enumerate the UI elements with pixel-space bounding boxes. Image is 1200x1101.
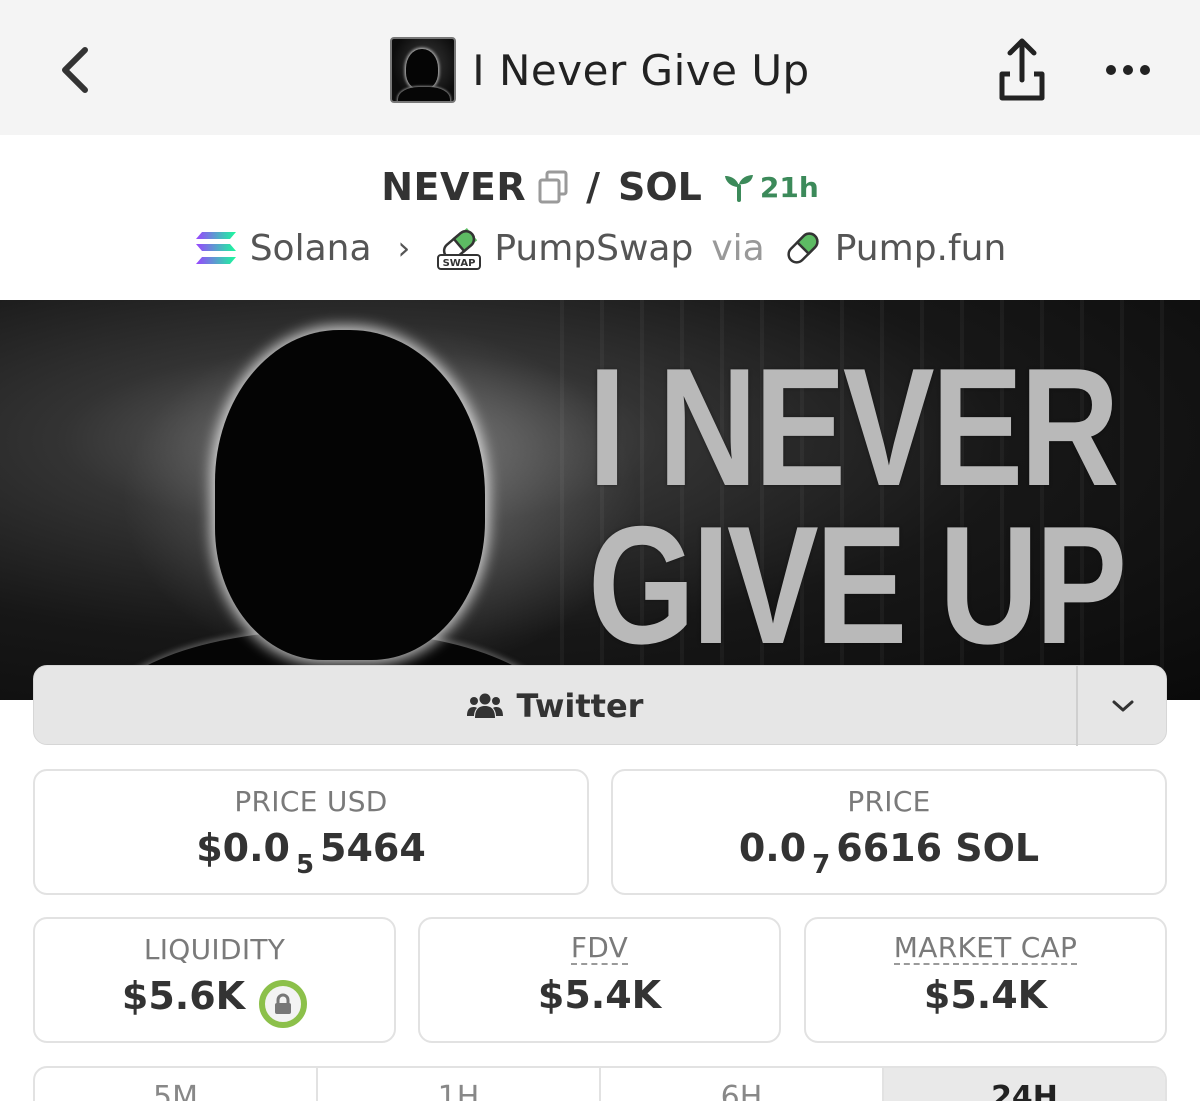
top-navigation-bar: I Never Give Up bbox=[0, 0, 1200, 135]
pair-separator: / bbox=[586, 165, 600, 209]
market-cap-label[interactable]: MARKET CAP bbox=[893, 933, 1078, 965]
price-native-zero-count: 7 bbox=[812, 850, 831, 880]
share-icon bbox=[999, 38, 1045, 101]
twitter-button[interactable]: Twitter bbox=[34, 666, 1076, 746]
launchpad-link-pumpfun[interactable]: Pump.fun bbox=[835, 228, 1007, 269]
price-usd-prefix: $0.0 bbox=[196, 826, 290, 870]
pumpfun-pill-icon bbox=[787, 232, 819, 264]
chain-breadcrumb: Solana › SWAP PumpSwap via Pump.fun bbox=[0, 222, 1200, 274]
token-banner-image: I NEVER GIVE UP bbox=[0, 300, 1200, 700]
tab-5m[interactable]: 5M bbox=[35, 1068, 318, 1101]
liquidity-label: LIQUIDITY bbox=[143, 933, 286, 966]
more-options-button[interactable] bbox=[1098, 50, 1158, 90]
timeframe-tabs: 5M 1H 6H 24H bbox=[33, 1066, 1167, 1101]
price-usd-card: PRICE USD $0.0 5 5464 bbox=[33, 769, 589, 895]
fdv-card: FDV $5.4K bbox=[418, 917, 781, 1043]
banner-line-2: GIVE UP bbox=[588, 491, 1127, 679]
quote-token-symbol: SOL bbox=[617, 165, 702, 209]
pair-age: 21h bbox=[722, 171, 819, 204]
pair-title: NEVER / SOL 21h bbox=[0, 160, 1200, 214]
more-dot-icon bbox=[1123, 65, 1133, 75]
price-usd-value: $0.0 5 5464 bbox=[196, 826, 426, 880]
liquidity-card: LIQUIDITY $5.6K bbox=[33, 917, 396, 1043]
liquidity-lock-badge[interactable] bbox=[259, 980, 308, 1028]
liquidity-value: $5.6K bbox=[121, 974, 246, 1018]
page-title: I Never Give Up bbox=[472, 45, 810, 95]
base-token-symbol: NEVER bbox=[381, 165, 527, 209]
tab-6h[interactable]: 6H bbox=[601, 1068, 884, 1101]
share-button[interactable] bbox=[990, 34, 1054, 106]
pumpswap-icon: SWAP bbox=[437, 227, 482, 270]
market-cap-card: MARKET CAP $5.4K bbox=[804, 917, 1167, 1043]
price-native-card: PRICE 0.0 7 6616 SOL bbox=[611, 769, 1167, 895]
tab-24h[interactable]: 24H bbox=[884, 1068, 1165, 1101]
liquidity-value-row: $5.6K bbox=[121, 974, 308, 1028]
dex-link-pumpswap[interactable]: PumpSwap bbox=[494, 228, 693, 269]
price-native-prefix: 0.0 bbox=[738, 826, 807, 870]
market-cap-value: $5.4K bbox=[923, 973, 1048, 1017]
price-usd-label: PRICE USD bbox=[234, 785, 388, 818]
users-icon bbox=[466, 693, 503, 718]
via-label: via bbox=[711, 227, 765, 269]
copy-address-button[interactable] bbox=[538, 170, 568, 204]
more-dot-icon bbox=[1106, 65, 1116, 75]
sprout-icon bbox=[724, 175, 753, 202]
tab-1h[interactable]: 1H bbox=[318, 1068, 601, 1101]
copy-icon bbox=[538, 170, 568, 204]
socials-expand-button[interactable] bbox=[1078, 666, 1168, 746]
socials-bar: Twitter bbox=[33, 665, 1168, 746]
fdv-label[interactable]: FDV bbox=[570, 933, 629, 965]
lock-icon bbox=[275, 993, 292, 1014]
more-dot-icon bbox=[1140, 65, 1150, 75]
banner-line-1: I NEVER bbox=[588, 333, 1120, 521]
price-usd-zero-count: 5 bbox=[295, 850, 315, 880]
solana-icon bbox=[195, 232, 236, 264]
fdv-value: $5.4K bbox=[537, 973, 662, 1017]
token-avatar bbox=[390, 37, 457, 103]
price-native-value: 0.0 7 6616 SOL bbox=[738, 826, 1040, 880]
chevron-right-icon: › bbox=[397, 229, 411, 267]
swap-badge-text: SWAP bbox=[443, 258, 476, 269]
chain-link-solana[interactable]: Solana bbox=[250, 228, 372, 269]
chevron-down-icon bbox=[1112, 700, 1134, 712]
banner-headline: I NEVER GIVE UP bbox=[588, 333, 1127, 679]
twitter-label: Twitter bbox=[516, 687, 644, 725]
price-usd-digits: 5464 bbox=[320, 826, 426, 870]
price-native-digits: 6616 SOL bbox=[836, 826, 1040, 870]
pair-age-text: 21h bbox=[759, 170, 819, 204]
price-native-label: PRICE bbox=[847, 785, 931, 818]
